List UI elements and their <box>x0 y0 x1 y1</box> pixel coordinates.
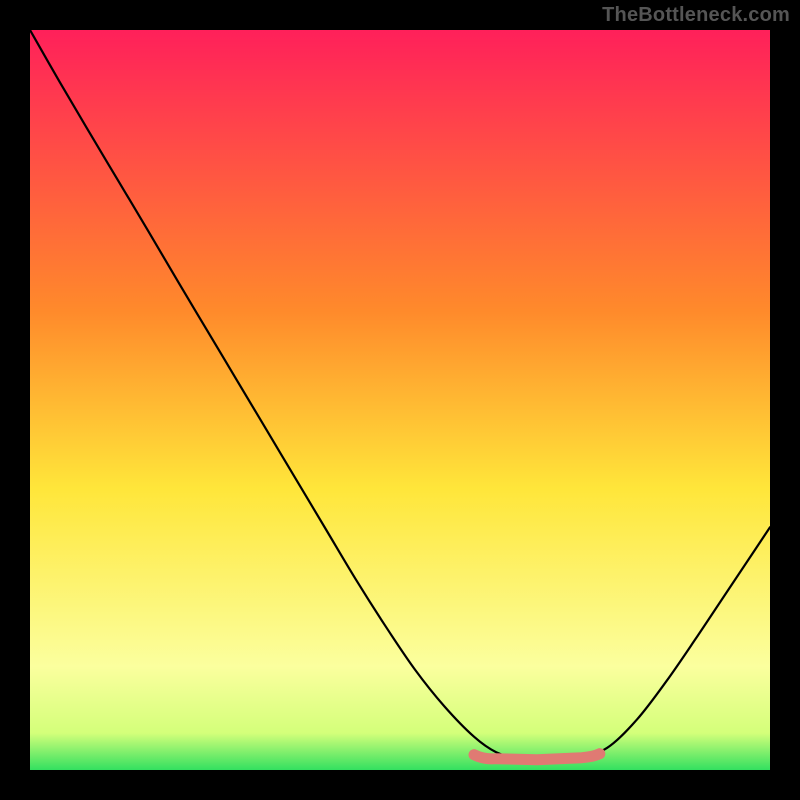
plot-area <box>30 30 770 770</box>
watermark-text: TheBottleneck.com <box>602 4 790 27</box>
gradient-background <box>30 30 770 770</box>
chart-frame: TheBottleneck.com <box>0 0 800 800</box>
min-band-marker <box>474 754 600 760</box>
chart-svg <box>30 30 770 770</box>
